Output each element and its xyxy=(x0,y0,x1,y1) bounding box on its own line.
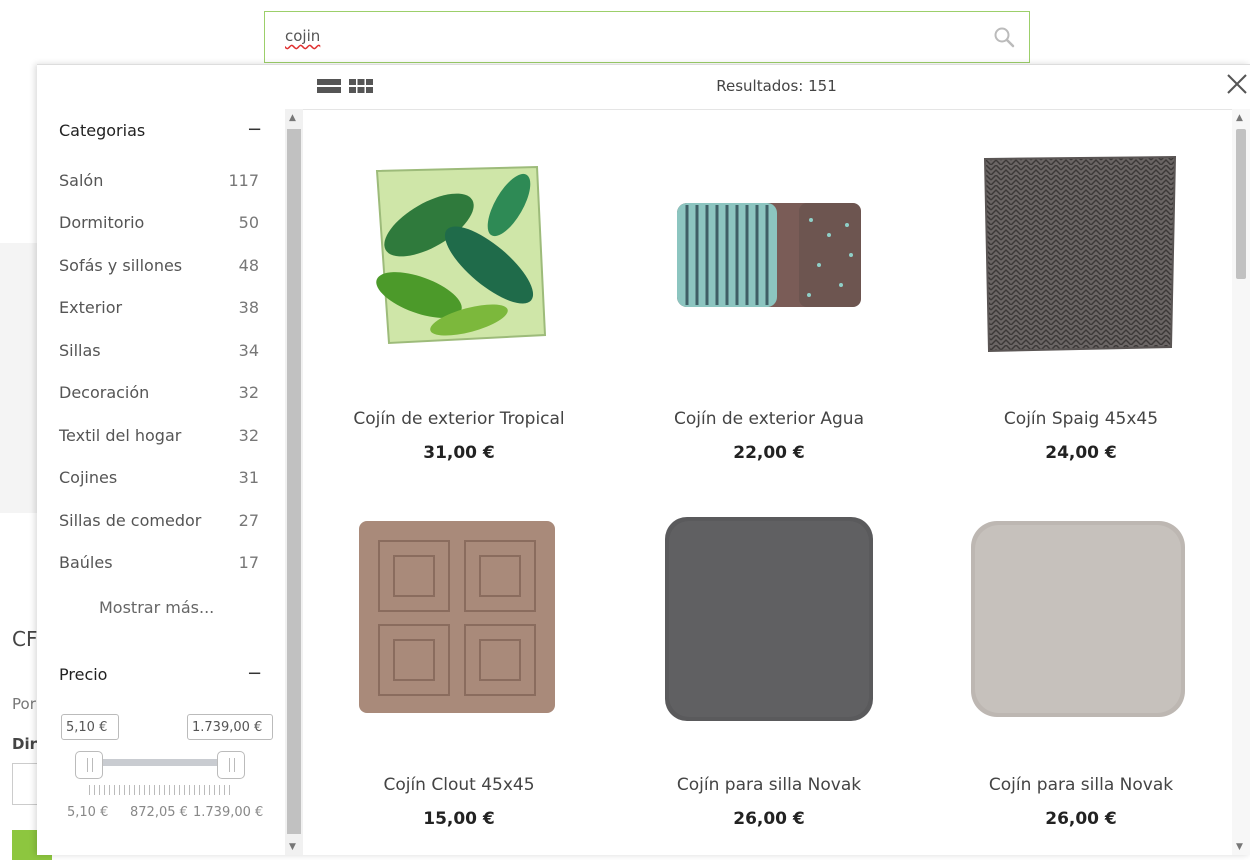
price-tick-mid: 872,05 € xyxy=(130,805,188,820)
product-title[interactable]: Cojín para silla Novak xyxy=(931,775,1231,795)
category-filter-textil[interactable]: Textil del hogar 32 xyxy=(59,426,259,456)
price-slider-track[interactable] xyxy=(83,759,233,766)
product-price: 24,00 € xyxy=(1045,443,1117,463)
product-card[interactable]: Cojín para silla Novak 26,00 € xyxy=(619,511,919,841)
product-title[interactable]: Cojín de exterior Tropical xyxy=(309,409,609,429)
price-slider-min-handle[interactable] xyxy=(75,751,103,779)
price-slider-max-handle[interactable] xyxy=(217,751,245,779)
category-filter-sillas[interactable]: Sillas 34 xyxy=(59,341,259,371)
search-input[interactable]: cojin xyxy=(285,27,320,45)
background-text-2: Dir xyxy=(12,735,37,753)
filters-sidebar: Categorias − Salón 117 Dormitorio 50 Sofás… xyxy=(37,65,285,855)
product-price: 26,00 € xyxy=(733,809,805,829)
product-image[interactable] xyxy=(931,145,1231,375)
category-filter-sofas[interactable]: Sofás y sillones 48 xyxy=(59,256,259,286)
results-scrollbar-thumb[interactable] xyxy=(1236,129,1246,279)
category-filter-dormitorio[interactable]: Dormitorio 50 xyxy=(59,213,259,243)
product-title[interactable]: Cojín de exterior Agua xyxy=(619,409,919,429)
product-card[interactable]: Cojín Clout 45x45 15,00 € xyxy=(309,511,609,841)
category-filter-sillas-comedor[interactable]: Sillas de comedor 27 xyxy=(59,511,259,541)
product-price: 22,00 € xyxy=(733,443,805,463)
category-filter-decoracion[interactable]: Decoración 32 xyxy=(59,383,259,413)
category-filter-exterior[interactable]: Exterior 38 xyxy=(59,298,259,328)
price-max-input[interactable]: 1.739,00 € xyxy=(187,714,273,740)
results-count: Resultados: 151 xyxy=(716,77,837,95)
product-card[interactable]: Cojín para silla Novak 26,00 € xyxy=(931,511,1231,841)
product-card[interactable]: Cojín Spaig 45x45 24,00 € xyxy=(931,145,1231,475)
product-title[interactable]: Cojín Clout 45x45 xyxy=(309,775,609,795)
scroll-up-icon[interactable]: ▲ xyxy=(289,113,296,123)
product-card[interactable]: Cojín de exterior Tropical 31,00 € xyxy=(309,145,609,475)
price-slider-ticks xyxy=(89,785,234,795)
product-price: 15,00 € xyxy=(423,809,495,829)
background-text-1: Por xyxy=(12,695,36,713)
sidebar-scrollbar[interactable]: ▲ ▼ xyxy=(285,109,303,855)
price-tick-min: 5,10 € xyxy=(67,805,109,820)
product-title[interactable]: Cojín Spaig 45x45 xyxy=(931,409,1231,429)
sidebar-scrollbar-thumb[interactable] xyxy=(287,129,301,834)
price-min-input[interactable]: 5,10 € xyxy=(61,714,119,740)
categories-facet-title: Categorias xyxy=(59,121,146,140)
close-icon[interactable] xyxy=(1224,71,1250,97)
category-filter-cojines[interactable]: Cojines 31 xyxy=(59,468,259,498)
price-facet-title: Precio xyxy=(59,665,108,684)
scroll-up-icon[interactable]: ▲ xyxy=(1236,113,1243,123)
search-bar[interactable]: cojin xyxy=(264,11,1030,63)
category-filter-baules[interactable]: Baúles 17 xyxy=(59,553,259,583)
product-image[interactable] xyxy=(309,511,609,741)
search-icon[interactable] xyxy=(993,26,1015,48)
product-image[interactable] xyxy=(931,511,1231,741)
background-heading: CF xyxy=(12,627,38,651)
price-collapse-button[interactable]: − xyxy=(247,663,262,684)
product-image[interactable] xyxy=(619,145,919,375)
product-image[interactable] xyxy=(619,511,919,741)
product-title[interactable]: Cojín para silla Novak xyxy=(619,775,919,795)
product-card[interactable]: Cojín de exterior Agua 22,00 € xyxy=(619,145,919,475)
scroll-down-icon[interactable]: ▼ xyxy=(289,842,296,852)
categories-collapse-button[interactable]: − xyxy=(247,119,262,140)
price-tick-max: 1.739,00 € xyxy=(193,805,264,820)
category-filter-salon[interactable]: Salón 117 xyxy=(59,171,259,201)
results-toolbar: Resultados: 151 xyxy=(303,65,1250,110)
results-scrollbar[interactable]: ▲ ▼ xyxy=(1232,109,1250,855)
product-price: 31,00 € xyxy=(423,443,495,463)
product-price: 26,00 € xyxy=(1045,809,1117,829)
show-more-link[interactable]: Mostrar más... xyxy=(99,598,214,617)
product-image[interactable] xyxy=(309,145,609,375)
scroll-down-icon[interactable]: ▼ xyxy=(1236,842,1243,852)
search-results-overlay: Categorias − Salón 117 Dormitorio 50 Sofás… xyxy=(37,64,1250,855)
